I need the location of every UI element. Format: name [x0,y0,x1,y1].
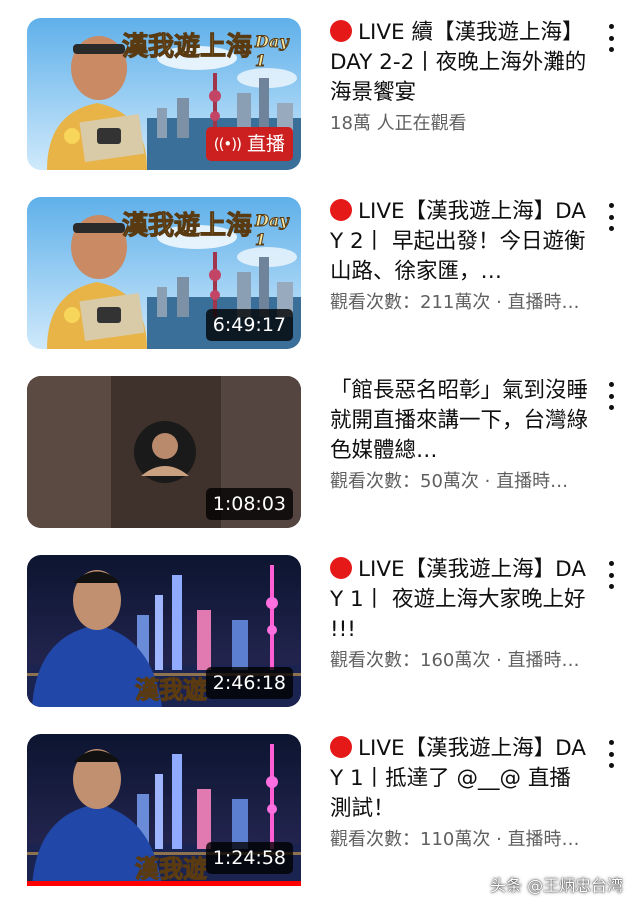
video-meta[interactable]: LIVE【漢我遊上海】DAY 2丨 早起出發！今日遊衡山路、徐家匯，… 觀看次數… [330,197,590,316]
video-title[interactable]: 「館長惡名昭彰」氣到沒睡 就開直播來講一下，台灣綠色媒體總… [330,376,590,466]
video-title[interactable]: LIVE【漢我遊上海】DAY 1丨抵達了 @__@ 直播測試！ [330,734,590,824]
duration-badge: 6:49:17 [205,309,293,341]
video-title-text: LIVE 續【漢我遊上海】DAY 2-2丨夜晚上海外灘的海景饗宴 [330,20,587,105]
more-vert-icon[interactable] [604,382,618,410]
watch-progress-bar [27,881,301,886]
thumbnail-caption-day: Day 1 [255,32,290,71]
video-meta[interactable]: LIVE【漢我遊上海】DAY 1丨抵達了 @__@ 直播測試！ 觀看次數：110… [330,734,590,853]
video-meta[interactable]: LIVE 續【漢我遊上海】DAY 2-2丨夜晚上海外灘的海景饗宴 18萬 人正在… [330,18,590,137]
video-item-1[interactable]: 漢我遊上海 Day 1 ((•)) 直播 LIVE 續【漢我遊上海】DAY 2-… [0,18,640,178]
thumbnail-caption-day: Day 1 [255,211,290,250]
video-stats: 觀看次數：160萬次 · 直播時… [330,650,580,671]
video-stats: 觀看次數：110萬次 · 直播時… [330,829,580,850]
video-title-text: LIVE【漢我遊上海】DAY 1丨 夜遊上海大家晚上好 !!! [330,557,586,642]
video-meta[interactable]: LIVE【漢我遊上海】DAY 1丨 夜遊上海大家晚上好 !!! 觀看次數：160… [330,555,590,674]
duration-badge: 1:08:03 [205,488,293,520]
duration-badge: 2:46:18 [205,667,293,699]
live-radio-icon: ((•)) [213,135,242,153]
video-item-2[interactable]: 漢我遊上海 Day 1 6:49:17 LIVE【漢我遊上海】DAY 2丨 早起… [0,197,640,357]
video-meta[interactable]: 「館長惡名昭彰」氣到沒睡 就開直播來講一下，台灣綠色媒體總… 觀看次數：50萬次… [330,376,590,495]
watermark: 头条 @王炳忠台湾 [490,876,624,895]
video-thumbnail[interactable]: 1:08:03 [27,376,301,528]
live-dot-icon [330,736,352,758]
video-title[interactable]: LIVE【漢我遊上海】DAY 1丨 夜遊上海大家晚上好 !!! [330,555,590,645]
thumbnail-caption: 漢我遊 [135,675,208,705]
video-thumbnail[interactable]: 漢我遊上海 Day 1 6:49:17 [27,197,301,349]
more-vert-icon[interactable] [604,740,618,768]
video-title-text: LIVE【漢我遊上海】DAY 2丨 早起出發！今日遊衡山路、徐家匯，… [330,199,586,284]
video-stats: 觀看次數：50萬次 · 直播時… [330,471,569,492]
video-stats: 18萬 人正在觀看 [330,113,467,134]
video-title[interactable]: LIVE【漢我遊上海】DAY 2丨 早起出發！今日遊衡山路、徐家匯，… [330,197,590,287]
duration-badge: 1:24:58 [205,842,293,874]
video-thumbnail[interactable]: 漢我遊 1:24:58 [27,734,301,886]
live-dot-icon [330,199,352,221]
thumbnail-caption: 漢我遊 [135,854,208,884]
video-item-3[interactable]: 1:08:03 「館長惡名昭彰」氣到沒睡 就開直播來講一下，台灣綠色媒體總… 觀… [0,376,640,536]
more-vert-icon[interactable] [604,24,618,52]
more-vert-icon[interactable] [604,561,618,589]
video-item-5[interactable]: 漢我遊 1:24:58 LIVE【漢我遊上海】DAY 1丨抵達了 @__@ 直播… [0,734,640,894]
video-title-text: LIVE【漢我遊上海】DAY 1丨抵達了 @__@ 直播測試！ [330,736,586,821]
live-dot-icon [330,20,352,42]
live-badge: ((•)) 直播 [205,127,293,161]
thumbnail-caption: 漢我遊上海 [121,32,253,63]
video-stats: 觀看次數：211萬次 · 直播時… [330,292,580,313]
live-badge-label: 直播 [246,133,285,155]
video-thumbnail[interactable]: 漢我遊 2:46:18 [27,555,301,707]
thumbnail-caption: 漢我遊上海 [121,211,253,242]
video-item-4[interactable]: 漢我遊 2:46:18 LIVE【漢我遊上海】DAY 1丨 夜遊上海大家晚上好 … [0,555,640,715]
video-title[interactable]: LIVE 續【漢我遊上海】DAY 2-2丨夜晚上海外灘的海景饗宴 [330,18,590,108]
video-thumbnail[interactable]: 漢我遊上海 Day 1 ((•)) 直播 [27,18,301,170]
more-vert-icon[interactable] [604,203,618,231]
live-dot-icon [330,557,352,579]
